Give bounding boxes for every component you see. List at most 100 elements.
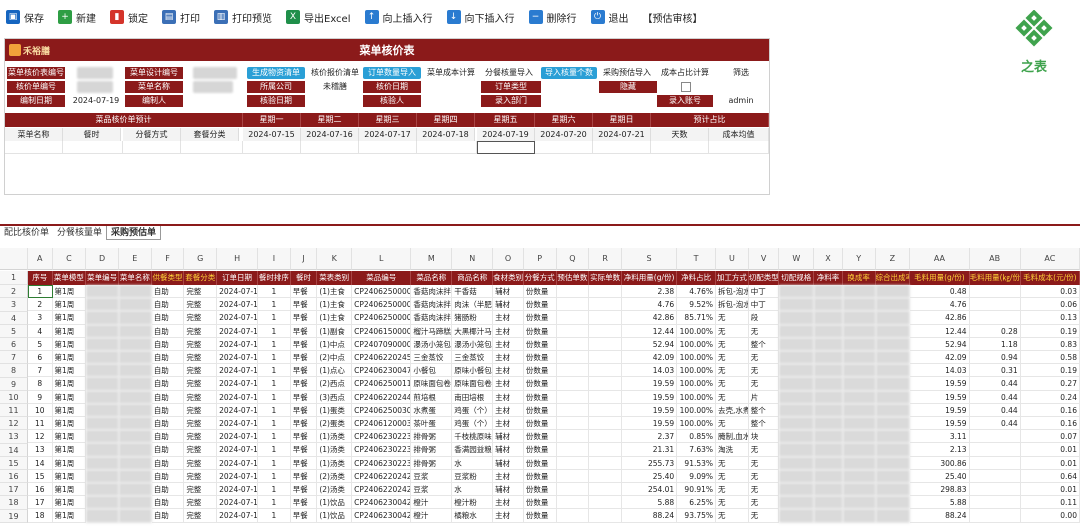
table-cell[interactable]: 0.01 bbox=[1020, 456, 1080, 470]
table-cell[interactable]: 无 bbox=[716, 324, 749, 338]
table-cell[interactable] bbox=[779, 509, 815, 523]
table-cell[interactable]: 14.03 bbox=[910, 364, 970, 378]
table-cell[interactable] bbox=[589, 469, 622, 483]
table-cell[interactable] bbox=[589, 390, 622, 404]
row-header[interactable]: 8 bbox=[0, 364, 28, 378]
table-cell[interactable] bbox=[842, 390, 876, 404]
table-cell[interactable]: 第1周 bbox=[52, 285, 87, 299]
column-header-T[interactable]: T bbox=[677, 248, 717, 270]
table-cell[interactable]: 第1周 bbox=[52, 456, 87, 470]
table-cell[interactable]: 早餐 bbox=[290, 443, 318, 457]
column-header-M[interactable]: M bbox=[411, 248, 453, 270]
table-cell[interactable]: 19.59 bbox=[910, 403, 970, 417]
table-cell[interactable]: 42.86 bbox=[910, 311, 970, 325]
table-cell[interactable]: 300.86 bbox=[910, 456, 970, 470]
table-cell[interactable]: 0.58 bbox=[1020, 351, 1080, 365]
table-cell[interactable]: 0.07 bbox=[1020, 430, 1080, 444]
table-cell[interactable]: 千枝桃原味大米 bbox=[452, 430, 494, 444]
table-cell[interactable] bbox=[779, 324, 815, 338]
table-cell[interactable] bbox=[969, 443, 1021, 457]
row-header[interactable]: 13 bbox=[0, 430, 28, 444]
table-cell[interactable]: 100.00% bbox=[677, 390, 717, 404]
table-cell[interactable]: 254.01 bbox=[621, 483, 678, 497]
table-cell[interactable]: 0.11 bbox=[1020, 496, 1080, 510]
table-cell[interactable]: 豆浆 bbox=[411, 483, 453, 497]
table-cell[interactable]: 2.38 bbox=[621, 285, 678, 299]
table-cell[interactable]: 自助 bbox=[151, 403, 185, 417]
table-cell[interactable] bbox=[875, 469, 911, 483]
table-cell[interactable] bbox=[589, 298, 622, 312]
table-cell[interactable] bbox=[969, 469, 1021, 483]
table-cell[interactable]: 52.94 bbox=[910, 337, 970, 351]
hide-checkbox[interactable] bbox=[681, 82, 691, 92]
table-cell[interactable]: CP24062300471 bbox=[352, 364, 412, 378]
table-cell[interactable]: 完整 bbox=[184, 456, 218, 470]
table-cell[interactable]: 排骨粥 bbox=[411, 430, 453, 444]
table-cell[interactable] bbox=[814, 469, 843, 483]
column-header-X[interactable]: X bbox=[814, 248, 843, 270]
table-cell[interactable]: 无 bbox=[748, 456, 780, 470]
table-cell[interactable]: 自助 bbox=[151, 298, 185, 312]
table-cell[interactable]: 4.76 bbox=[910, 298, 970, 312]
table-cell[interactable]: 9.09% bbox=[677, 469, 717, 483]
table-cell[interactable] bbox=[86, 456, 119, 470]
table-cell[interactable]: 1 bbox=[258, 496, 291, 510]
table-cell[interactable]: 完整 bbox=[184, 483, 218, 497]
table-cell[interactable]: 0.06 bbox=[1020, 298, 1080, 312]
table-cell[interactable]: CP24070900002 bbox=[352, 337, 412, 351]
table-cell[interactable] bbox=[969, 456, 1021, 470]
table-cell[interactable]: 4.76 bbox=[621, 298, 678, 312]
table-cell[interactable]: 大黑椰汁马蹄糕 bbox=[452, 324, 494, 338]
table-cell[interactable]: 0.28 bbox=[969, 324, 1021, 338]
table-cell[interactable]: CP24062500009 bbox=[352, 311, 412, 325]
table-cell[interactable] bbox=[118, 285, 152, 299]
table-cell[interactable]: 原味面包卷 bbox=[452, 377, 494, 391]
table-cell[interactable] bbox=[814, 390, 843, 404]
table-cell[interactable]: 早餐 bbox=[290, 337, 318, 351]
table-cell[interactable]: CP24062300421 bbox=[352, 496, 412, 510]
table-cell[interactable] bbox=[814, 337, 843, 351]
row-header[interactable]: 6 bbox=[0, 338, 28, 352]
table-cell[interactable] bbox=[875, 496, 911, 510]
row-header[interactable]: 17 bbox=[0, 483, 28, 497]
table-cell[interactable] bbox=[86, 377, 119, 391]
table-cell[interactable]: 整个 bbox=[748, 403, 780, 417]
sheet-tab-2[interactable]: 采购预估单 bbox=[106, 226, 162, 240]
table-cell[interactable] bbox=[556, 390, 590, 404]
table-cell[interactable]: 第1周 bbox=[52, 417, 87, 431]
table-cell[interactable] bbox=[589, 324, 622, 338]
table-cell[interactable]: 0.16 bbox=[1020, 403, 1080, 417]
table-cell[interactable]: 100.00% bbox=[677, 324, 717, 338]
table-header-cell[interactable]: 菜单模型 bbox=[52, 271, 87, 285]
row-header[interactable]: 4 bbox=[0, 311, 28, 325]
table-cell[interactable] bbox=[779, 469, 815, 483]
table-cell[interactable] bbox=[875, 483, 911, 497]
table-cell[interactable] bbox=[842, 403, 876, 417]
generate-material-list-button[interactable]: 生成物资清单 bbox=[247, 67, 305, 79]
table-cell[interactable]: (1)汤类 bbox=[317, 443, 353, 457]
table-cell[interactable] bbox=[118, 496, 152, 510]
table-cell[interactable] bbox=[86, 417, 119, 431]
table-cell[interactable]: 100.00% bbox=[677, 403, 717, 417]
table-cell[interactable] bbox=[842, 496, 876, 510]
table-cell[interactable]: 0.44 bbox=[969, 417, 1021, 431]
table-cell[interactable]: 0.19 bbox=[1020, 364, 1080, 378]
toolbar-item-2[interactable]: ▮ 锁定 bbox=[110, 6, 148, 28]
table-cell[interactable]: 42.09 bbox=[621, 351, 678, 365]
table-cell[interactable]: 19.59 bbox=[621, 403, 678, 417]
table-header-cell[interactable]: 预估单数 bbox=[556, 271, 590, 285]
table-header-cell[interactable]: 切配规格 bbox=[779, 271, 815, 285]
table-cell[interactable] bbox=[118, 390, 152, 404]
column-header-P[interactable]: P bbox=[523, 248, 557, 270]
table-cell[interactable]: 255.73 bbox=[621, 456, 678, 470]
table-cell[interactable]: 橙汁粉 bbox=[452, 496, 494, 510]
row-header[interactable]: 10 bbox=[0, 390, 28, 404]
table-cell[interactable] bbox=[875, 311, 911, 325]
table-cell[interactable]: 2.37 bbox=[621, 430, 678, 444]
table-cell[interactable] bbox=[589, 483, 622, 497]
table-cell[interactable] bbox=[875, 324, 911, 338]
table-cell[interactable]: 完整 bbox=[184, 469, 218, 483]
table-cell[interactable] bbox=[875, 430, 911, 444]
table-cell[interactable]: 水 bbox=[452, 456, 494, 470]
table-cell[interactable]: 0.94 bbox=[969, 351, 1021, 365]
